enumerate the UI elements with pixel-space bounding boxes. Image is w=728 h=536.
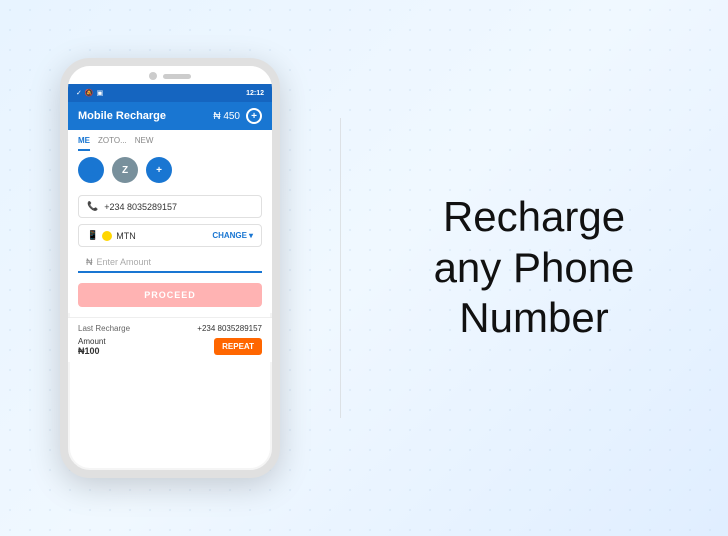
last-recharge-label: Last Recharge [78,324,130,333]
header-amount: ₦ 450 [213,111,240,122]
status-time: 12:12 [246,90,264,97]
phone-number-field: 📞 +234 8035289157 [78,195,262,218]
amount-placeholder: Enter Amount [97,257,152,267]
amount-info: Amount ₦100 [78,337,106,356]
volume-icon: 🔕 [85,89,94,97]
tagline-line3: Number [434,293,635,343]
naira-icon: ₦ [86,257,93,267]
proceed-button[interactable]: PROCEED [78,283,262,307]
header-right: ₦ 450 + [213,108,262,124]
status-bar: ✓ 🔕 ▣ 12:12 [68,84,272,102]
form-section: 📞 +234 8035289157 📱 MTN CHANGE ▾ [68,189,272,313]
network-left: 📱 MTN [87,230,136,241]
phone-number-text: +234 8035289157 [104,202,177,212]
page-wrapper: ✓ 🔕 ▣ 12:12 Mobile Recharge ₦ 450 + ME [0,0,728,536]
amount-label: Amount [78,337,106,346]
camera-dot [149,72,157,80]
contact-me[interactable]: 👤 [78,157,104,183]
phone-icon: 📞 [87,201,98,212]
screen-icon: ▣ [97,89,104,97]
divider [340,118,341,418]
tagline-line2: any Phone [434,243,635,293]
tagline-line1: Recharge [434,192,635,242]
contact-add[interactable]: + [146,157,172,183]
repeat-button[interactable]: REPEAT [214,338,262,355]
change-button[interactable]: CHANGE ▾ [212,231,253,240]
status-left: ✓ 🔕 ▣ [76,89,103,97]
last-recharge-section: Last Recharge +234 8035289157 Amount ₦10… [68,317,272,362]
tab-me[interactable]: ME [78,136,90,151]
last-recharge-row: Last Recharge +234 8035289157 [78,324,262,333]
tab-zoto[interactable]: ZOTO... [98,136,127,151]
app-header: Mobile Recharge ₦ 450 + [68,102,272,130]
phone-top [68,66,272,84]
amount-field[interactable]: ₦ Enter Amount [78,253,262,273]
contacts-row: 👤 Z + [68,151,272,189]
sim-icon: 📱 [87,230,98,241]
speaker [163,74,191,79]
network-name: MTN [116,231,136,241]
amount-value: ₦100 [78,346,106,356]
phone-frame: ✓ 🔕 ▣ 12:12 Mobile Recharge ₦ 450 + ME [60,58,280,478]
checkmark-icon: ✓ [76,89,82,97]
left-section: ✓ 🔕 ▣ 12:12 Mobile Recharge ₦ 450 + ME [0,0,340,536]
add-button[interactable]: + [246,108,262,124]
app-title: Mobile Recharge [78,110,166,122]
tabs-section: ME ZOTO... NEW [68,130,272,151]
last-recharge-number: +234 8035289157 [197,324,262,333]
tagline: Recharge any Phone Number [434,192,635,343]
network-field: 📱 MTN CHANGE ▾ [78,224,262,247]
amount-repeat-row: Amount ₦100 REPEAT [78,337,262,356]
right-section: Recharge any Phone Number [340,0,728,536]
mtn-logo [102,231,112,241]
contact-z[interactable]: Z [112,157,138,183]
tab-new[interactable]: NEW [135,136,154,151]
